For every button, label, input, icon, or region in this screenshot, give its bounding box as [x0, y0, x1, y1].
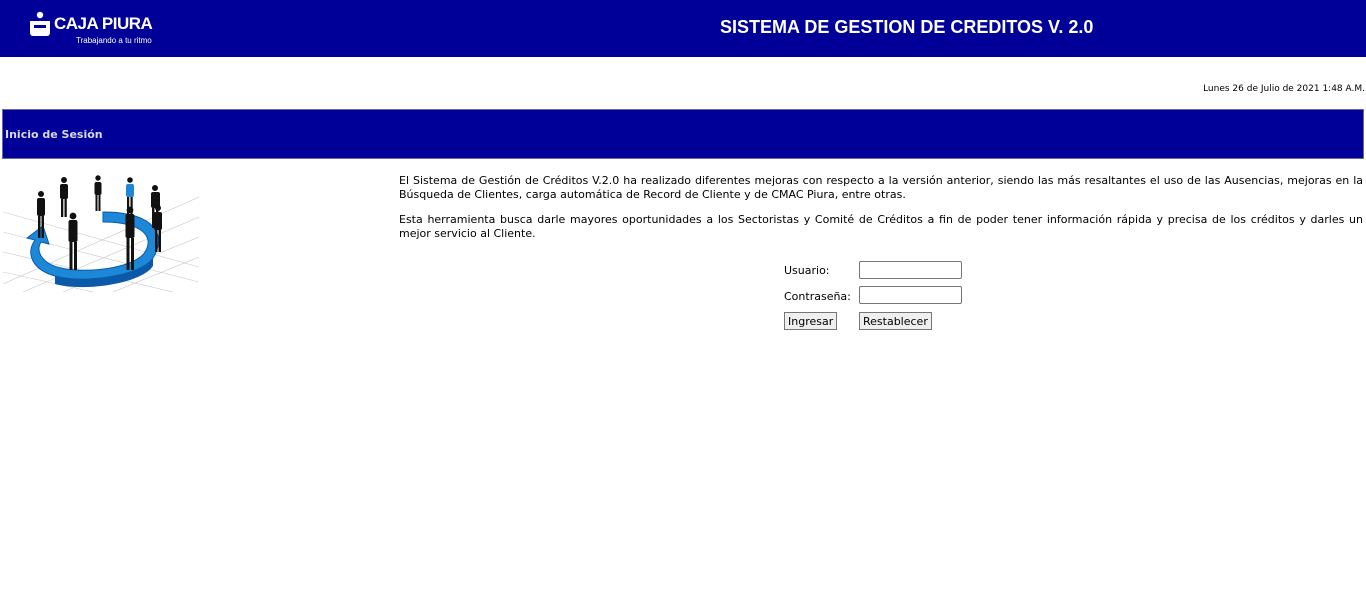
- section-header: Inicio de Sesión: [2, 109, 1364, 159]
- username-label: Usuario:: [784, 264, 830, 277]
- blue-ring-arrow: [25, 211, 159, 288]
- business-team-ring-illustration: [3, 175, 199, 292]
- reset-button[interactable]: Restablecer: [859, 312, 932, 330]
- caja-piura-logo: CAJA PIURA Trabajando a tu ritmo: [28, 9, 168, 49]
- password-label: Contraseña:: [784, 290, 851, 303]
- brand-slogan: Trabajando a tu ritmo: [76, 36, 152, 45]
- app-header: CAJA PIURA Trabajando a tu ritmo SISTEMA…: [0, 0, 1366, 57]
- person-silhouette: [125, 206, 135, 270]
- app-title: SISTEMA DE GESTION DE CREDITOS V. 2.0: [720, 17, 1094, 37]
- caja-piura-logo-icon: [30, 11, 50, 36]
- section-title: Inicio de Sesión: [5, 128, 103, 141]
- person-silhouette: [94, 175, 102, 211]
- intro-paragraph: El Sistema de Gestión de Créditos V.2.0 …: [399, 174, 1363, 201]
- brand-name: CAJA PIURA: [54, 14, 153, 33]
- person-silhouette: [60, 177, 68, 217]
- intro-paragraph: Esta herramienta busca darle mayores opo…: [399, 213, 1363, 240]
- password-input[interactable]: [859, 286, 962, 304]
- current-datetime: Lunes 26 de Julio de 2021 1:48 A.M.: [1203, 84, 1365, 94]
- intro-text: El Sistema de Gestión de Créditos V.2.0 …: [399, 174, 1363, 252]
- username-input[interactable]: [859, 261, 962, 279]
- login-form: Usuario: Contraseña: Ingresar Restablece…: [784, 261, 984, 331]
- login-submit-button[interactable]: Ingresar: [784, 312, 838, 330]
- person-silhouette: [68, 212, 78, 270]
